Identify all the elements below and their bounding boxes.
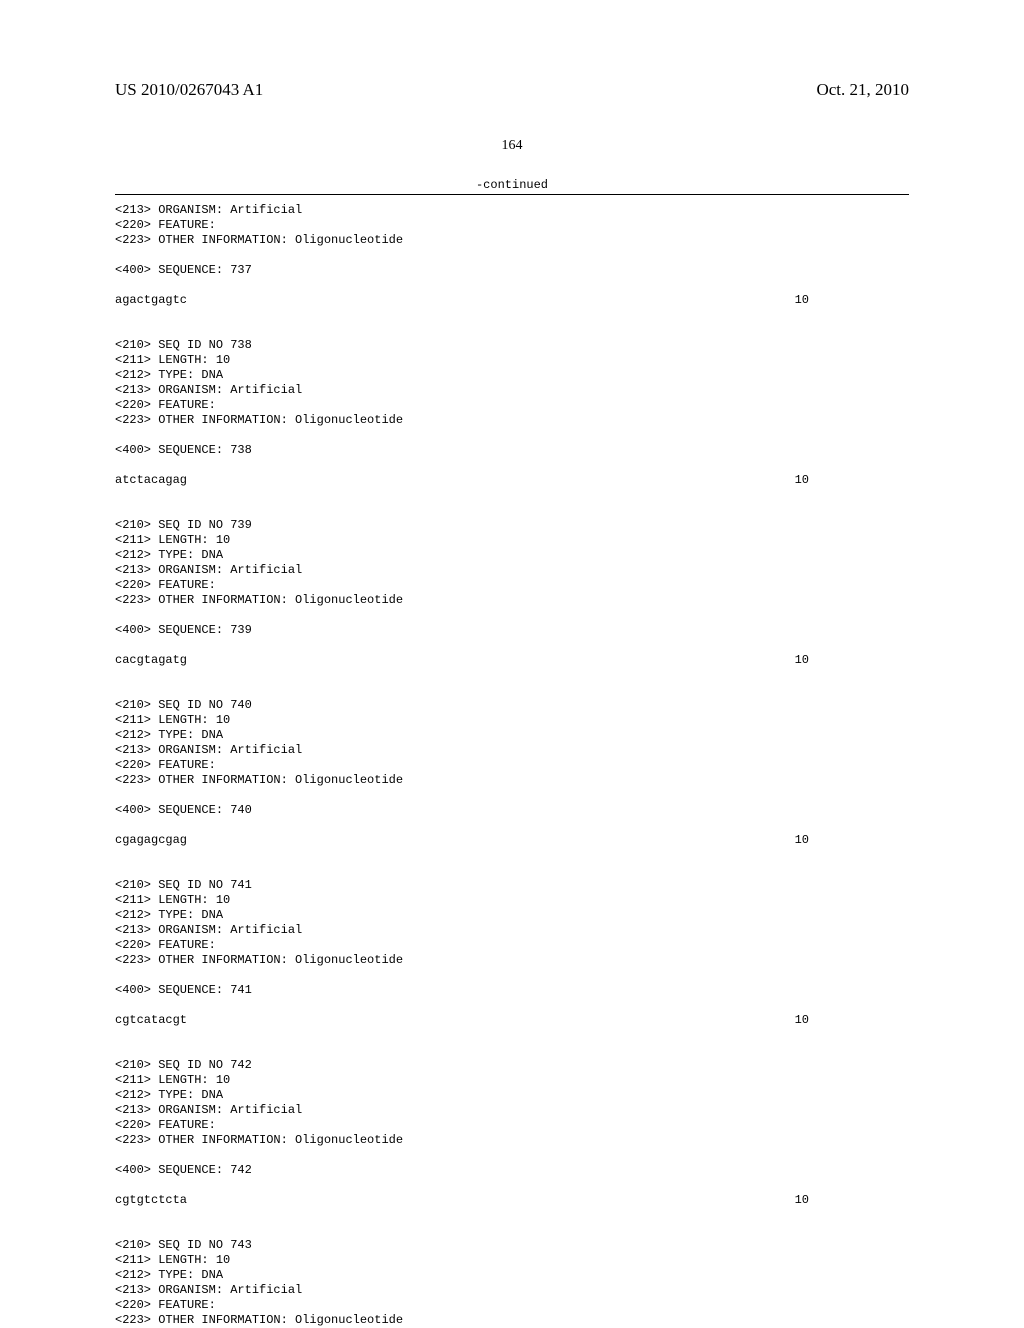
sequence-label: <400> SEQUENCE: 737 bbox=[115, 263, 909, 278]
sequence-length-count: 10 bbox=[795, 473, 809, 488]
sequence-meta-line: <223> OTHER INFORMATION: Oligonucleotide bbox=[115, 773, 909, 788]
sequence-meta-line: <210> SEQ ID NO 741 bbox=[115, 878, 909, 893]
sequence-meta-line: <210> SEQ ID NO 743 bbox=[115, 1238, 909, 1253]
publication-number: US 2010/0267043 A1 bbox=[115, 80, 263, 100]
sequence-meta-line: <220> FEATURE: bbox=[115, 758, 909, 773]
sequence-meta-line: <213> ORGANISM: Artificial bbox=[115, 923, 909, 938]
sequence-meta-line: <213> ORGANISM: Artificial bbox=[115, 203, 909, 218]
page-number: 164 bbox=[115, 138, 909, 154]
sequence-text: atctacagag bbox=[115, 473, 187, 488]
publication-date: Oct. 21, 2010 bbox=[816, 80, 909, 100]
sequence-meta-line: <213> ORGANISM: Artificial bbox=[115, 1103, 909, 1118]
sequence-entry: <213> ORGANISM: Artificial<220> FEATURE:… bbox=[115, 203, 909, 248]
sequence-meta-line: <211> LENGTH: 10 bbox=[115, 1253, 909, 1268]
sequence-meta-line: <211> LENGTH: 10 bbox=[115, 353, 909, 368]
sequence-meta-line: <211> LENGTH: 10 bbox=[115, 1073, 909, 1088]
sequence-meta-line: <213> ORGANISM: Artificial bbox=[115, 743, 909, 758]
sequence-row: cgagagcgag 10 bbox=[115, 833, 909, 848]
sequence-row: atctacagag 10 bbox=[115, 473, 909, 488]
sequence-text: cgtgtctcta bbox=[115, 1193, 187, 1208]
sequence-meta-line: <212> TYPE: DNA bbox=[115, 368, 909, 383]
sequence-meta-line: <220> FEATURE: bbox=[115, 938, 909, 953]
sequence-text: cgtcatacgt bbox=[115, 1013, 187, 1028]
sequence-meta-line: <210> SEQ ID NO 739 bbox=[115, 518, 909, 533]
sequence-length-count: 10 bbox=[795, 653, 809, 668]
sequence-meta-line: <220> FEATURE: bbox=[115, 1118, 909, 1133]
sequence-row: cgtcatacgt 10 bbox=[115, 1013, 909, 1028]
sequence-text: cgagagcgag bbox=[115, 833, 187, 848]
sequence-length-count: 10 bbox=[795, 833, 809, 848]
sequence-meta-line: <212> TYPE: DNA bbox=[115, 728, 909, 743]
page-header: US 2010/0267043 A1 Oct. 21, 2010 bbox=[115, 80, 909, 100]
sequence-label: <400> SEQUENCE: 738 bbox=[115, 443, 909, 458]
horizontal-divider bbox=[115, 194, 909, 195]
sequence-label: <400> SEQUENCE: 740 bbox=[115, 803, 909, 818]
sequence-entry: <210> SEQ ID NO 742<211> LENGTH: 10<212>… bbox=[115, 1058, 909, 1148]
sequence-meta-line: <223> OTHER INFORMATION: Oligonucleotide bbox=[115, 413, 909, 428]
sequence-text: cacgtagatg bbox=[115, 653, 187, 668]
sequence-listing-content: <213> ORGANISM: Artificial<220> FEATURE:… bbox=[115, 203, 909, 1328]
sequence-meta-line: <210> SEQ ID NO 738 bbox=[115, 338, 909, 353]
sequence-meta-line: <212> TYPE: DNA bbox=[115, 1268, 909, 1283]
sequence-meta-line: <220> FEATURE: bbox=[115, 398, 909, 413]
sequence-entry: <210> SEQ ID NO 739<211> LENGTH: 10<212>… bbox=[115, 518, 909, 608]
sequence-meta-line: <210> SEQ ID NO 742 bbox=[115, 1058, 909, 1073]
sequence-row: cgtgtctcta 10 bbox=[115, 1193, 909, 1208]
sequence-entry: <210> SEQ ID NO 738<211> LENGTH: 10<212>… bbox=[115, 338, 909, 428]
sequence-meta-line: <213> ORGANISM: Artificial bbox=[115, 1283, 909, 1298]
sequence-entry: <210> SEQ ID NO 740<211> LENGTH: 10<212>… bbox=[115, 698, 909, 788]
sequence-meta-line: <220> FEATURE: bbox=[115, 1298, 909, 1313]
continued-label: -continued bbox=[115, 178, 909, 192]
sequence-text: agactgagtc bbox=[115, 293, 187, 308]
sequence-meta-line: <211> LENGTH: 10 bbox=[115, 893, 909, 908]
sequence-meta-line: <210> SEQ ID NO 740 bbox=[115, 698, 909, 713]
sequence-label: <400> SEQUENCE: 742 bbox=[115, 1163, 909, 1178]
sequence-meta-line: <211> LENGTH: 10 bbox=[115, 713, 909, 728]
sequence-length-count: 10 bbox=[795, 1193, 809, 1208]
sequence-meta-line: <220> FEATURE: bbox=[115, 218, 909, 233]
sequence-meta-line: <212> TYPE: DNA bbox=[115, 1088, 909, 1103]
sequence-entry: <210> SEQ ID NO 743<211> LENGTH: 10<212>… bbox=[115, 1238, 909, 1328]
sequence-meta-line: <211> LENGTH: 10 bbox=[115, 533, 909, 548]
sequence-length-count: 10 bbox=[795, 1013, 809, 1028]
sequence-row: cacgtagatg 10 bbox=[115, 653, 909, 668]
sequence-label: <400> SEQUENCE: 739 bbox=[115, 623, 909, 638]
sequence-meta-line: <212> TYPE: DNA bbox=[115, 908, 909, 923]
sequence-meta-line: <220> FEATURE: bbox=[115, 578, 909, 593]
sequence-label: <400> SEQUENCE: 741 bbox=[115, 983, 909, 998]
sequence-meta-line: <212> TYPE: DNA bbox=[115, 548, 909, 563]
sequence-meta-line: <223> OTHER INFORMATION: Oligonucleotide bbox=[115, 233, 909, 248]
sequence-meta-line: <223> OTHER INFORMATION: Oligonucleotide bbox=[115, 1133, 909, 1148]
sequence-meta-line: <223> OTHER INFORMATION: Oligonucleotide bbox=[115, 1313, 909, 1328]
sequence-meta-line: <213> ORGANISM: Artificial bbox=[115, 383, 909, 398]
sequence-meta-line: <213> ORGANISM: Artificial bbox=[115, 563, 909, 578]
sequence-length-count: 10 bbox=[795, 293, 809, 308]
sequence-entry: <210> SEQ ID NO 741<211> LENGTH: 10<212>… bbox=[115, 878, 909, 968]
sequence-meta-line: <223> OTHER INFORMATION: Oligonucleotide bbox=[115, 953, 909, 968]
sequence-row: agactgagtc 10 bbox=[115, 293, 909, 308]
sequence-meta-line: <223> OTHER INFORMATION: Oligonucleotide bbox=[115, 593, 909, 608]
